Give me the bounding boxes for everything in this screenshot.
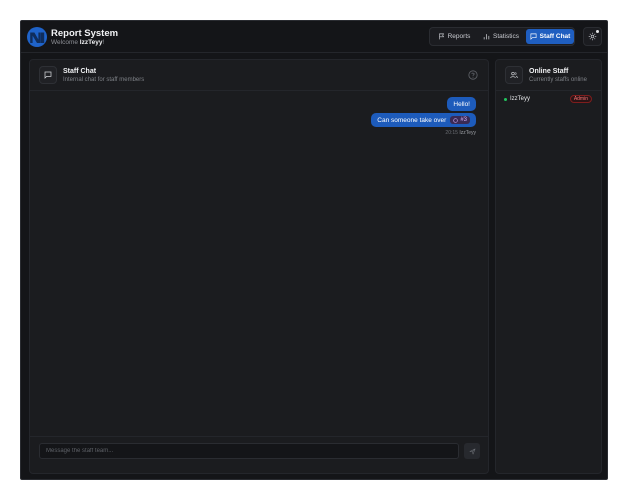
welcome-suffix: ! (102, 39, 105, 46)
chat-panel-header: Staff Chat Internal chat for staff membe… (30, 60, 488, 91)
online-staff-list: IzzTeyy Admin (496, 91, 601, 107)
message-bubble: Hello! (447, 97, 476, 111)
message-bubble: Can someone take over #3 (371, 113, 476, 127)
report-tag-label: #3 (460, 117, 467, 123)
report-ticket-icon (453, 117, 458, 123)
online-staff-panel: Online Staff Currently staffs online Izz… (495, 59, 602, 474)
main-nav: Reports Statistics Staff Chat (429, 27, 575, 46)
welcome-prefix: Welcome (51, 39, 78, 46)
welcome-username: IzzTeyy (79, 39, 103, 46)
app-window: Report System Welcome IzzTeyy! Reports S… (20, 20, 608, 480)
nav-statistics-button[interactable]: Statistics (478, 29, 524, 44)
flag-icon (438, 33, 444, 40)
nav-staff-chat-button[interactable]: Staff Chat (526, 29, 574, 44)
nav-statistics-label: Statistics (492, 33, 519, 40)
message-author: IzzTeyy (459, 130, 476, 136)
settings-button[interactable] (583, 27, 602, 46)
online-subtitle: Currently staffs online (529, 77, 587, 83)
header: Report System Welcome IzzTeyy! Reports S… (21, 21, 607, 53)
gear-icon (588, 32, 597, 41)
message-meta: 20:15 IzzTeyy (445, 130, 476, 136)
message-square-icon (530, 33, 537, 40)
staff-name: IzzTeyy (510, 96, 531, 102)
chat-subtitle: Internal chat for staff members (63, 77, 145, 83)
chat-header-icon-box (39, 66, 57, 84)
online-header-icon-box (505, 66, 523, 84)
message-square-icon (44, 71, 52, 79)
help-circle-icon[interactable] (468, 70, 478, 80)
send-icon (469, 448, 475, 454)
message-text: Can someone take over (377, 116, 447, 124)
staff-chat-panel: Staff Chat Internal chat for staff membe… (29, 59, 489, 474)
report-tag[interactable]: #3 (450, 116, 470, 124)
nav-reports-button[interactable]: Reports (432, 29, 476, 44)
nav-reports-label: Reports (447, 33, 471, 40)
send-button[interactable] (464, 443, 480, 459)
logo (27, 27, 47, 47)
online-panel-header: Online Staff Currently staffs online (496, 60, 601, 91)
staff-row[interactable]: IzzTeyy Admin (496, 91, 601, 107)
message-composer (30, 436, 488, 473)
app-title: Report System (51, 28, 119, 39)
welcome-text: Welcome IzzTeyy! (51, 39, 104, 46)
online-title: Online Staff (529, 68, 569, 75)
message-input[interactable] (39, 443, 459, 459)
online-status-dot (504, 97, 507, 101)
users-icon (510, 72, 518, 79)
message-list: Hello! Can someone take over #3 20:15 Iz… (30, 91, 488, 436)
nav-staff-chat-label: Staff Chat (539, 33, 571, 40)
bar-chart-icon (483, 34, 490, 40)
role-badge: Admin (569, 95, 592, 103)
message-time: 20:15 (445, 130, 458, 136)
chat-title: Staff Chat (63, 68, 97, 75)
notification-dot (596, 30, 599, 33)
message-text: Hello! (453, 100, 470, 108)
